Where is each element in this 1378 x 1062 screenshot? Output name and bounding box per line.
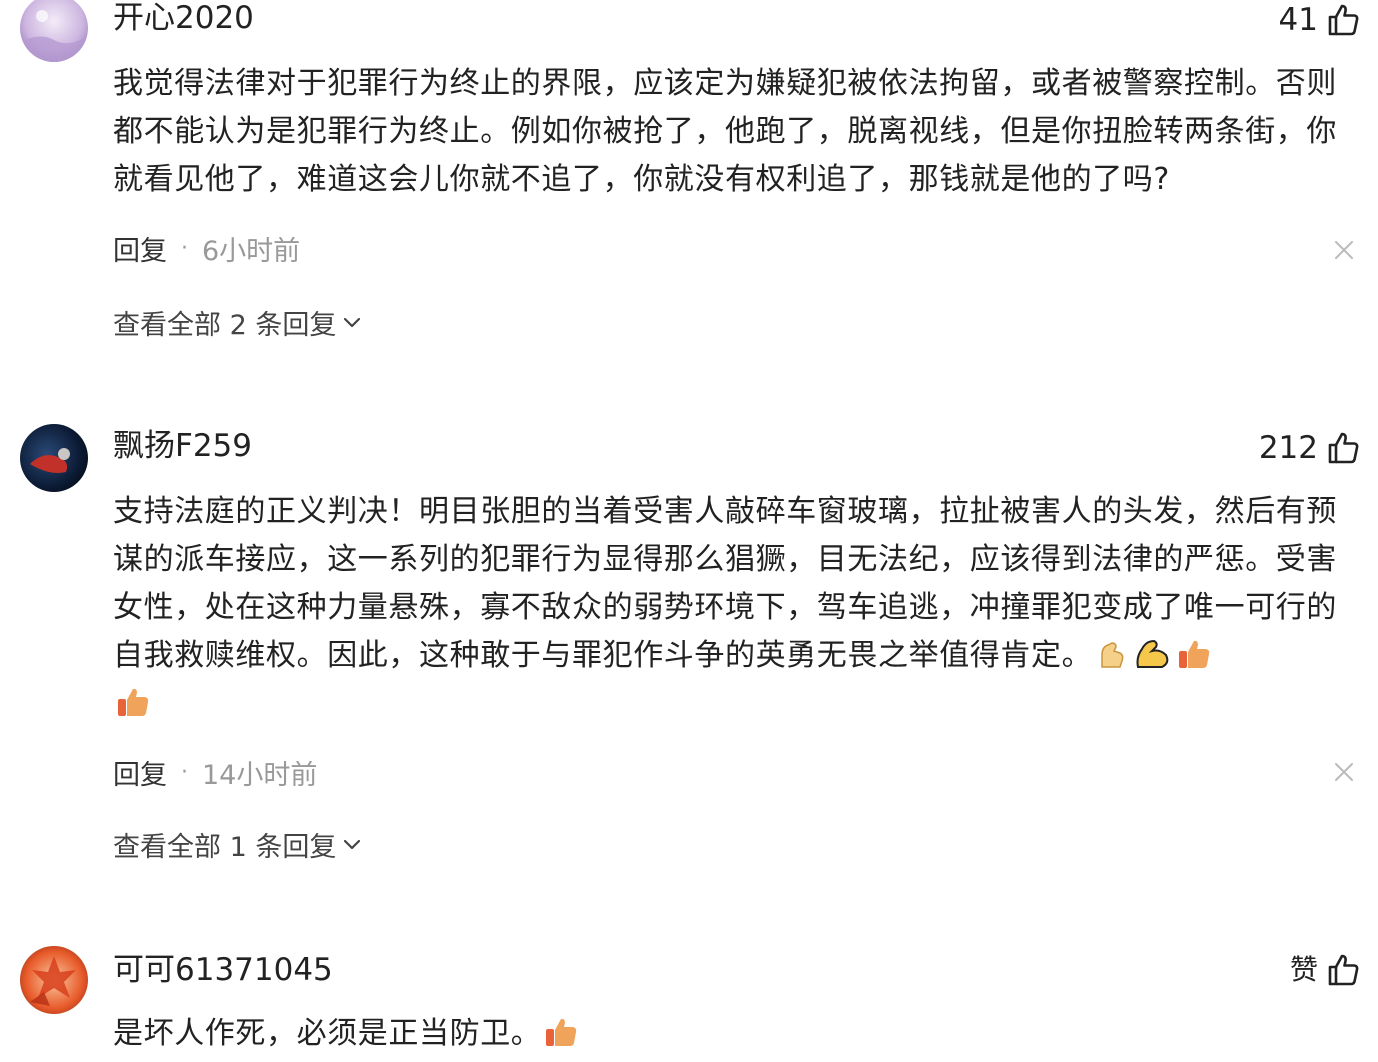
thumbs-up-emoji — [1179, 640, 1210, 668]
reply-button[interactable]: 回复 — [113, 753, 167, 792]
like-button[interactable]: 41 — [1279, 0, 1360, 40]
view-all-replies-label: 查看全部 2 条回复 — [113, 309, 337, 341]
username[interactable]: 开心2020 — [113, 0, 254, 38]
like-button[interactable]: 212 — [1259, 428, 1360, 468]
comment-meta: 回复 · 14小时前 — [113, 752, 317, 792]
view-all-replies-label: 查看全部 1 条回复 — [113, 831, 337, 863]
comment-text-content: 是坏人作死，必须是正当防卫。 — [113, 1016, 542, 1051]
thumbs-up-icon — [1328, 432, 1359, 464]
comment-text: 是坏人作死，必须是正当防卫。 — [113, 1010, 1363, 1058]
thumbs-up-emoji — [546, 1018, 577, 1046]
separator-dot: · — [181, 235, 188, 261]
comment-meta: 回复 · 6小时前 — [113, 228, 300, 268]
thumbs-up-icon — [1328, 4, 1359, 36]
thumbs-up-icon — [1328, 954, 1359, 986]
chevron-down-icon — [344, 317, 361, 328]
like-count: 41 — [1278, 2, 1318, 38]
flexed-arm-emoji — [1101, 642, 1124, 668]
reply-button[interactable]: 回复 — [113, 229, 167, 268]
avatar[interactable] — [20, 0, 88, 62]
muscle-emoji — [1136, 639, 1169, 668]
timestamp: 14小时前 — [202, 759, 318, 791]
username[interactable]: 可可61371045 — [113, 950, 333, 990]
avatar[interactable] — [20, 424, 88, 492]
username[interactable]: 飘扬F259 — [113, 426, 252, 466]
separator-dot: · — [181, 759, 188, 785]
view-all-replies-button[interactable]: 查看全部 1 条回复 — [113, 824, 362, 864]
like-count: 212 — [1258, 430, 1318, 466]
comment-text: 支持法庭的正义判决！明目张胆的当着受害人敲碎车窗玻璃，拉扯被害人的头发，然后有预… — [113, 488, 1363, 728]
thumbs-up-emoji — [118, 688, 149, 716]
view-all-replies-button[interactable]: 查看全部 2 条回复 — [113, 302, 362, 342]
close-icon[interactable] — [1332, 238, 1356, 262]
avatar[interactable] — [20, 946, 88, 1014]
close-icon[interactable] — [1332, 760, 1356, 784]
comment-text: 我觉得法律对于犯罪行为终止的界限，应该定为嫌疑犯被依法拘留，或者被警察控制。否则… — [113, 66, 1337, 197]
like-button[interactable]: 赞 — [1290, 950, 1360, 990]
chevron-down-icon — [344, 839, 361, 850]
timestamp: 6小时前 — [202, 235, 301, 267]
like-label: 赞 — [1289, 953, 1318, 986]
